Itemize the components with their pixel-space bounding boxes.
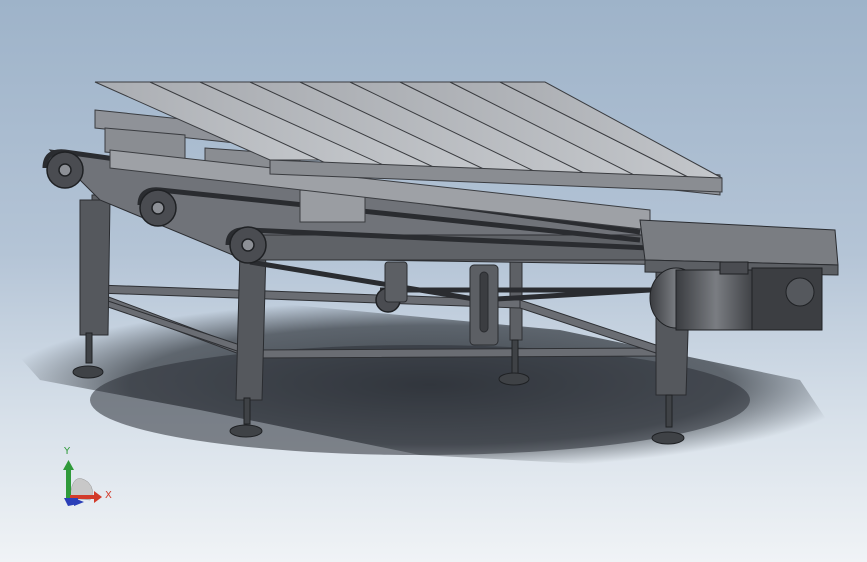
motor-gearbox: [649, 261, 823, 331]
conveyor-model[interactable]: [0, 0, 867, 562]
x-axis-label: X: [105, 490, 112, 501]
y-axis-label: Y: [63, 446, 71, 457]
coordinate-triad[interactable]: Y X: [50, 440, 120, 515]
graphics-viewport[interactable]: Y X: [0, 0, 867, 562]
